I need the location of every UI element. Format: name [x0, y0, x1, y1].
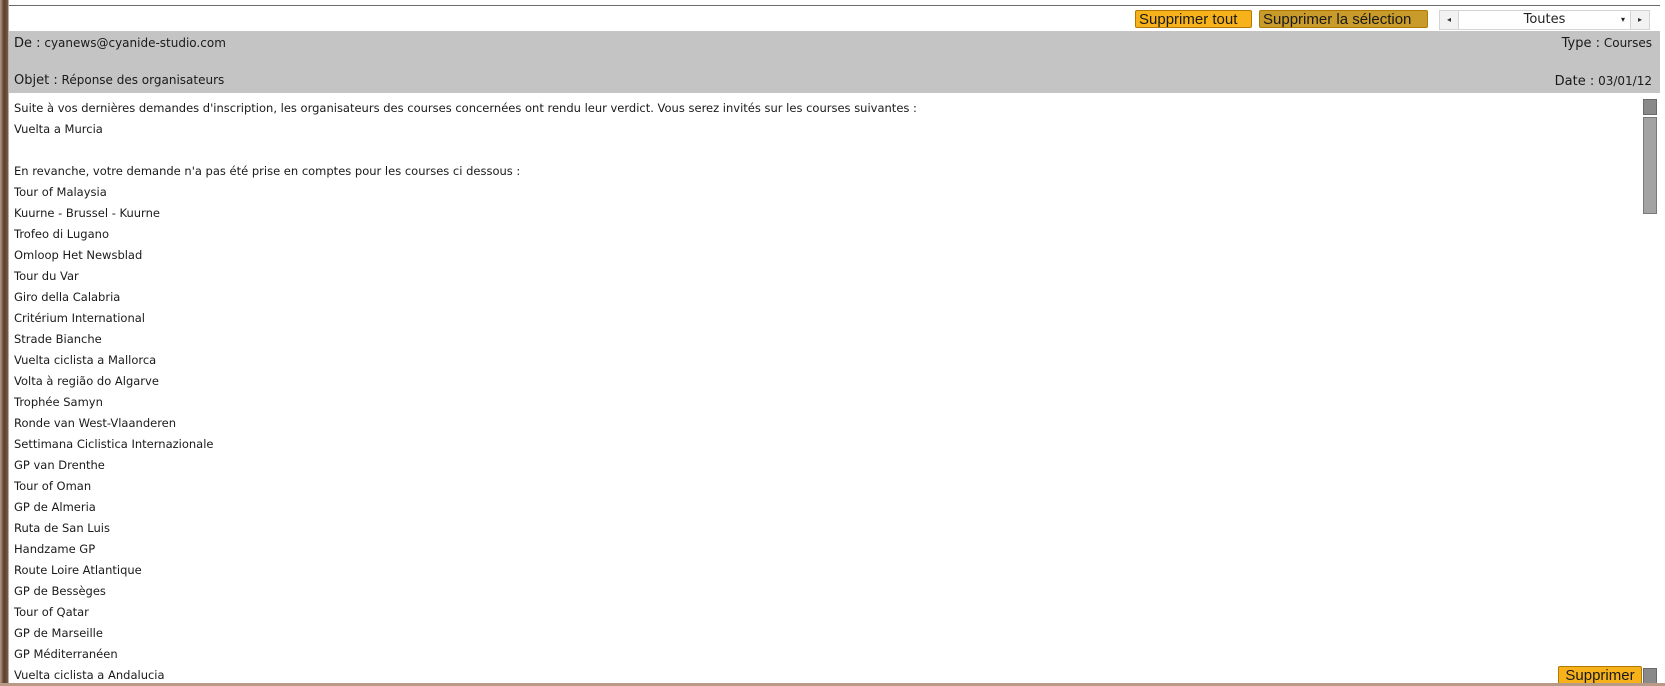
body-line: Giro della Calabria	[14, 290, 121, 304]
filter-selected-value: Toutes	[1523, 12, 1566, 27]
body-line: Critérium International	[14, 311, 146, 325]
delete-all-button[interactable]: Supprimer tout	[1135, 10, 1252, 28]
body-line: Vuelta a Murcia	[14, 122, 103, 136]
body-line: Settimana Ciclistica Internazionale	[14, 437, 214, 451]
body-line: GP Méditerranéen	[14, 647, 118, 661]
message-header: De : cyanews@cyanide-studio.com Type : C…	[9, 31, 1660, 93]
body-line: Handzame GP	[14, 542, 96, 556]
body-line: Route Loire Atlantique	[14, 563, 142, 577]
body-line: Kuurne - Brussel - Kuurne	[14, 206, 160, 220]
delete-selection-button[interactable]: Supprimer la sélection	[1259, 10, 1428, 28]
body-line	[14, 143, 1634, 164]
body-line: En revanche, votre demande n'a pas été p…	[14, 164, 521, 178]
message-body: Suite à vos dernières demandes d'inscrip…	[14, 101, 1634, 686]
body-line: Ruta de San Luis	[14, 521, 110, 535]
body-line: GP de Bessèges	[14, 584, 106, 598]
body-line: Vuelta ciclista a Mallorca	[14, 353, 157, 367]
sender-value: cyanews@cyanide-studio.com	[44, 36, 226, 50]
body-line: Trophée Samyn	[14, 395, 103, 409]
toolbar: Supprimer tout Supprimer la sélection ◂ …	[9, 8, 1660, 30]
message-window: Supprimer tout Supprimer la sélection ◂ …	[9, 0, 1660, 686]
date-value: 03/01/12	[1598, 74, 1652, 88]
scroll-thumb[interactable]	[1643, 117, 1657, 214]
message-filter-select[interactable]: ◂ Toutes ▾ ▸	[1439, 10, 1650, 30]
body-line: Suite à vos dernières demandes d'inscrip…	[14, 101, 917, 115]
body-line: Tour of Oman	[14, 479, 92, 493]
message-scrollbar[interactable]	[1643, 99, 1657, 686]
body-line: Volta à região do Algarve	[14, 374, 159, 388]
chevron-down-icon[interactable]: ▾	[1621, 11, 1625, 29]
subject-field: Objet : Réponse des organisateurs	[14, 73, 224, 88]
body-line: Trofeo di Lugano	[14, 227, 109, 241]
type-label: Type :	[1561, 36, 1601, 51]
sender-label: De :	[14, 36, 41, 51]
body-line: GP de Marseille	[14, 626, 103, 640]
body-line: Omloop Het Newsblad	[14, 248, 143, 262]
scroll-up-button[interactable]	[1643, 99, 1657, 115]
top-divider	[9, 5, 1660, 6]
filter-prev-arrow-icon[interactable]: ◂	[1440, 11, 1459, 29]
body-line: GP van Drenthe	[14, 458, 105, 472]
sender-field: De : cyanews@cyanide-studio.com	[14, 36, 226, 51]
type-value: Courses	[1603, 36, 1652, 50]
scroll-down-button[interactable]	[1643, 668, 1657, 684]
body-line: Tour of Malaysia	[14, 185, 107, 199]
subject-value: Réponse des organisateurs	[61, 73, 225, 87]
filter-next-arrow-icon[interactable]: ▸	[1630, 11, 1649, 29]
date-label: Date :	[1554, 74, 1595, 89]
type-field: Type : Courses	[1562, 36, 1652, 51]
body-line: Tour du Var	[14, 269, 79, 283]
body-line: GP de Almeria	[14, 500, 96, 514]
body-line: Tour of Qatar	[14, 605, 89, 619]
body-line: Ronde van West-Vlaanderen	[14, 416, 177, 430]
date-field: Date : 03/01/12	[1555, 74, 1652, 89]
body-line: Strade Bianche	[14, 332, 102, 346]
subject-label: Objet :	[14, 73, 58, 88]
